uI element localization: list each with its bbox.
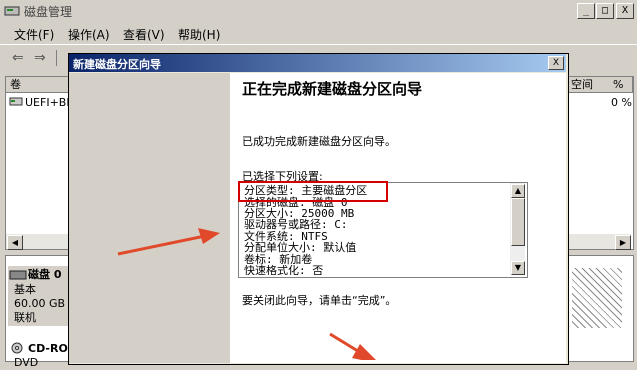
- annotation-arrows: [117, 228, 376, 360]
- arrow-annotation-left: [117, 228, 220, 256]
- arrow-annotation-bottom: [329, 332, 376, 360]
